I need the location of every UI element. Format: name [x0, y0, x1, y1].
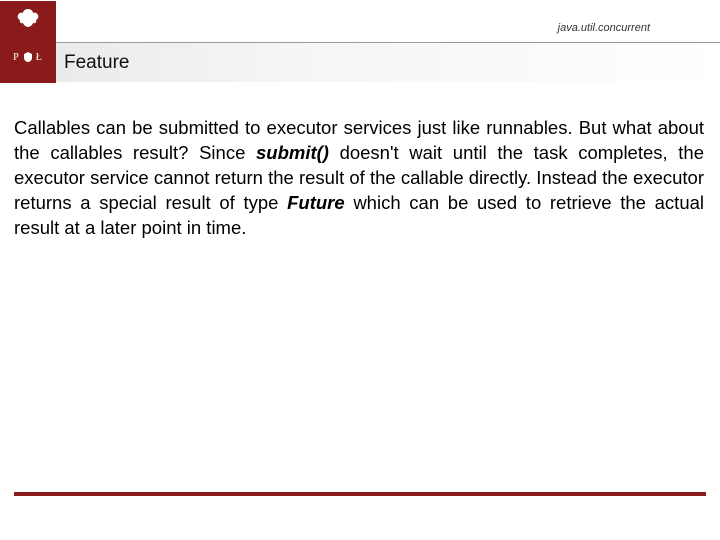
- code-submit: submit(): [256, 142, 329, 163]
- footer-divider: [14, 492, 706, 496]
- logo-right-letter: Ł: [36, 52, 43, 63]
- body-paragraph: Callables can be submitted to executor s…: [14, 116, 704, 241]
- package-label: java.util.concurrent: [558, 22, 650, 34]
- header-band: P Ł Feature: [0, 42, 720, 82]
- content-area: Callables can be submitted to executor s…: [0, 82, 720, 241]
- university-logo: P Ł: [0, 1, 56, 83]
- slide-title: Feature: [64, 52, 129, 74]
- logo-letters: P Ł: [13, 51, 43, 63]
- logo-left-letter: P: [13, 52, 20, 63]
- crest-icon: [22, 51, 34, 63]
- top-bar: java.util.concurrent: [0, 0, 720, 42]
- eagle-icon: [13, 7, 43, 31]
- code-future: Future: [287, 192, 345, 213]
